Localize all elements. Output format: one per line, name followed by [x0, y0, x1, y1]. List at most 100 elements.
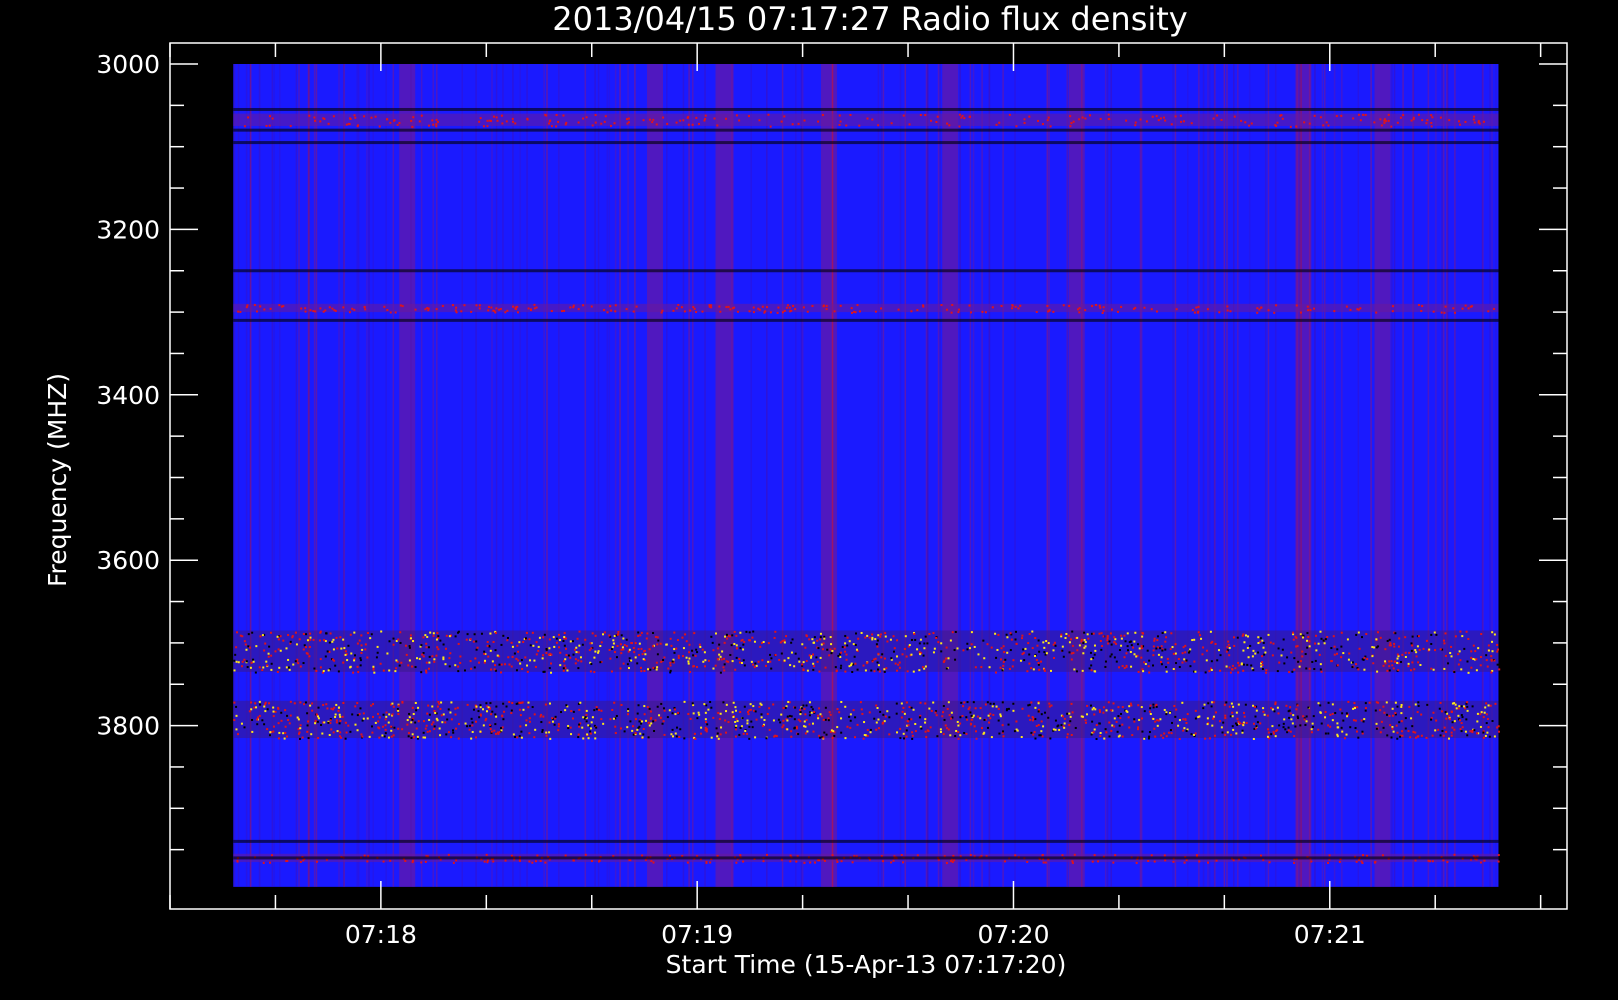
band-speckle — [1075, 670, 1078, 673]
band-speckle — [623, 730, 626, 733]
band-speckle — [1484, 706, 1487, 709]
band-speckle — [317, 737, 320, 740]
band-speckle — [969, 711, 972, 714]
band-speckle — [786, 719, 789, 722]
band-speckle — [1090, 632, 1093, 635]
band-speckle — [982, 639, 985, 642]
band-speckle — [471, 721, 474, 724]
band-speckle — [500, 729, 503, 732]
band-speckle — [629, 859, 632, 862]
band-speckle — [1044, 711, 1047, 714]
band-speckle — [460, 310, 463, 313]
band-speckle — [829, 648, 832, 651]
band-speckle — [811, 638, 814, 641]
band-speckle — [816, 639, 819, 642]
band-speckle — [1364, 113, 1367, 116]
band-speckle — [906, 670, 909, 673]
band-speckle — [515, 669, 518, 672]
band-speckle — [1340, 726, 1343, 729]
band-speckle — [237, 661, 240, 664]
band-speckle — [1048, 705, 1051, 708]
band-speckle — [1287, 726, 1290, 729]
band-speckle — [1416, 645, 1419, 648]
band-speckle — [628, 648, 631, 651]
band-speckle — [334, 664, 337, 667]
band-speckle — [620, 652, 623, 655]
band-speckle — [271, 854, 274, 857]
band-speckle — [482, 708, 485, 711]
band-speckle — [525, 724, 528, 727]
band-speckle — [465, 638, 468, 641]
band-speckle — [911, 731, 914, 734]
band-speckle — [524, 656, 527, 659]
band-speckle — [693, 307, 696, 310]
band-speckle — [610, 309, 613, 312]
band-speckle — [824, 706, 827, 709]
band-speckle — [710, 736, 713, 739]
band-speckle — [924, 665, 927, 668]
band-speckle — [1113, 725, 1116, 728]
texture-streak — [1233, 64, 1235, 887]
band-speckle — [388, 669, 391, 672]
texture-streak — [732, 64, 734, 887]
band-speckle — [535, 641, 538, 644]
band-speckle — [1301, 655, 1304, 658]
band-speckle — [967, 708, 970, 711]
band-speckle — [1466, 734, 1469, 737]
texture-streak — [1140, 64, 1143, 887]
band-speckle — [1322, 124, 1325, 127]
band-speckle — [652, 720, 655, 723]
band-speckle — [1390, 125, 1393, 128]
band-speckle — [404, 859, 407, 862]
band-speckle — [585, 720, 588, 723]
band-speckle — [414, 308, 417, 311]
band-speckle — [1442, 859, 1445, 862]
band-speckle — [1407, 665, 1410, 668]
band-speckle — [589, 730, 592, 733]
band-speckle — [733, 306, 736, 309]
band-speckle — [246, 666, 249, 669]
band-speckle — [1323, 642, 1326, 645]
band-speckle — [1265, 671, 1268, 674]
band-speckle — [665, 643, 668, 646]
band-speckle — [1130, 665, 1133, 668]
band-speckle — [1140, 645, 1143, 648]
band-speckle — [466, 725, 469, 728]
band-speckle — [947, 657, 950, 660]
band-speckle — [1148, 731, 1151, 734]
band-speckle — [420, 644, 423, 647]
band-speckle — [719, 655, 722, 658]
band-speckle — [923, 647, 926, 650]
band-speckle — [1049, 125, 1052, 128]
band-speckle — [1494, 702, 1497, 705]
band-speckle — [812, 668, 815, 671]
band-speckle — [970, 718, 973, 721]
band-speckle — [1095, 303, 1098, 306]
band-speckle — [1457, 653, 1460, 656]
band-speckle — [542, 636, 545, 639]
band-speckle — [1459, 123, 1462, 126]
band-speckle — [617, 630, 620, 633]
band-speckle — [1181, 661, 1184, 664]
band-speckle — [625, 118, 628, 121]
band-speckle — [400, 661, 403, 664]
band-speckle — [934, 711, 937, 714]
band-speckle — [689, 670, 692, 673]
band-speckle — [799, 708, 802, 711]
band-speckle — [729, 654, 732, 657]
texture-streak — [606, 64, 608, 887]
band-speckle — [963, 117, 966, 120]
band-speckle — [1337, 726, 1340, 729]
band-speckle — [310, 733, 313, 736]
band-speckle — [390, 729, 393, 732]
band-speckle — [1467, 671, 1470, 674]
band-speckle — [455, 306, 458, 309]
band-speckle — [261, 719, 264, 722]
band-speckle — [1419, 663, 1422, 666]
band-speckle — [1013, 730, 1016, 733]
band-speckle — [734, 735, 737, 738]
texture-streak — [543, 64, 545, 887]
band-speckle — [1375, 722, 1378, 725]
band-speckle — [1004, 658, 1007, 661]
band-speckle — [370, 725, 373, 728]
